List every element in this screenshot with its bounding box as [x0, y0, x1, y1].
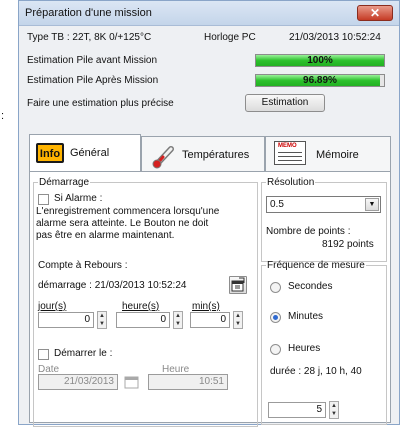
estimation-button[interactable]: Estimation	[245, 94, 325, 112]
days-label: jour(s)	[38, 301, 67, 312]
radio-secondes-label: Secondes	[288, 281, 333, 292]
interval-input[interactable]: 5	[268, 402, 326, 418]
start-at-checkbox[interactable]	[38, 349, 49, 360]
resolution-legend: Résolution	[267, 177, 315, 188]
start-now-button[interactable]	[229, 276, 247, 294]
alarm-label: Si Alarme :	[54, 193, 103, 204]
radio-heures-label: Heures	[288, 343, 321, 354]
title-bar: Préparation d'une mission ✕	[19, 1, 399, 26]
alarm-text-2: alarme sera atteinte. Le Bouton ne doit	[36, 218, 209, 229]
memo-icon-text: MEMO	[278, 143, 297, 149]
outside-colon: :	[1, 110, 5, 122]
pile-after-value: 96.89%	[303, 75, 337, 86]
tab-memoire[interactable]: MEMO Mémoire	[265, 136, 391, 172]
points-value: 8192 points	[322, 239, 374, 250]
radio-secondes[interactable]	[270, 282, 281, 293]
calendar-icon[interactable]	[124, 374, 140, 389]
info-icon: Info	[36, 143, 64, 163]
hours-spinner[interactable]: ▲ ▼	[173, 311, 183, 329]
tab-temperatures-label: Températures	[182, 149, 250, 161]
chevron-down-icon: ▼	[365, 198, 379, 211]
radio-minutes-label: Minutes	[288, 311, 324, 322]
pile-before-value: 100%	[307, 55, 333, 66]
clock-value: 21/03/2013 10:52:24	[289, 32, 381, 43]
start-time-text: démarrage : 21/03/2013 10:52:24	[38, 280, 187, 291]
alarm-text-3: pas être en alarme maintenant.	[36, 230, 175, 241]
clock-icon	[231, 277, 245, 292]
close-icon: ✕	[369, 6, 381, 20]
tab-temperatures[interactable]: Températures	[141, 136, 265, 172]
days-spinner[interactable]: ▲ ▼	[97, 311, 107, 329]
tab-general[interactable]: Info Général	[29, 134, 141, 172]
duration-text: durée : 28 j, 10 h, 40	[270, 366, 362, 377]
pile-after-bar: 96.89%	[255, 74, 385, 87]
close-button[interactable]: ✕	[357, 5, 393, 21]
pile-before-label: Estimation Pile avant Mission	[27, 55, 158, 66]
resolution-value: 0.5	[270, 199, 284, 210]
days-input[interactable]: 0	[38, 312, 94, 328]
window-title: Préparation d'une mission	[25, 7, 152, 19]
frequence-legend: Fréquence de mesure	[267, 260, 365, 271]
precise-estimate-label: Faire une estimation plus précise	[27, 98, 174, 109]
radio-heures[interactable]	[270, 344, 281, 355]
clock-label: Horloge PC	[204, 32, 256, 43]
radio-minutes[interactable]	[270, 312, 281, 323]
hours-label: heure(s)	[122, 301, 160, 312]
pile-after-label: Estimation Pile Après Mission	[27, 75, 159, 86]
mins-input[interactable]: 0	[190, 312, 230, 328]
date-input[interactable]: 21/03/2013	[38, 374, 118, 390]
tab-panel-general: Démarrage Si Alarme : L'enregistrement c…	[29, 171, 391, 427]
alarm-checkbox[interactable]	[38, 194, 49, 205]
tab-general-label: Général	[70, 147, 110, 159]
pile-before-bar: 100%	[255, 54, 385, 67]
mins-spinner[interactable]: ▲ ▼	[233, 311, 243, 329]
mission-window: Préparation d'une mission ✕ Type TB : 22…	[18, 0, 400, 427]
countdown-label: Compte à Rebours :	[38, 260, 128, 271]
mins-label: min(s)	[192, 301, 220, 312]
alarm-text-1: L'enregistrement commencera lorsqu'une	[36, 206, 220, 217]
hours-input[interactable]: 0	[116, 312, 170, 328]
points-label: Nombre de points :	[266, 226, 351, 237]
memo-icon: MEMO	[274, 141, 306, 165]
start-at-label: Démarrer le :	[54, 348, 113, 359]
type-tb-text: Type TB : 22T, 8K 0/+125°C	[27, 32, 152, 43]
resolution-select[interactable]: 0.5 ▼	[266, 196, 381, 213]
hour-input[interactable]: 10:51	[148, 374, 228, 390]
demarrage-legend: Démarrage	[39, 177, 90, 188]
thermometer-icon	[152, 146, 174, 169]
tab-memoire-label: Mémoire	[316, 149, 359, 161]
interval-spinner[interactable]: ▲ ▼	[329, 401, 339, 419]
